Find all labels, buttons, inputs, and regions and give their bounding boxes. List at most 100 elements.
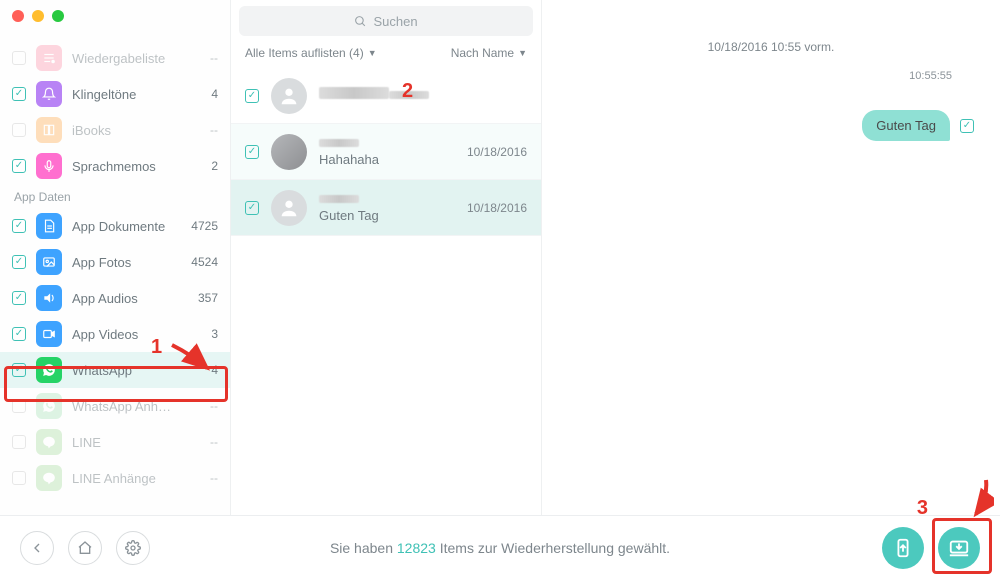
export-to-computer-button[interactable] xyxy=(938,527,980,569)
book-icon xyxy=(36,117,62,143)
message-time: 10:55:55 xyxy=(562,70,980,82)
sidebar-item-label: App Videos xyxy=(72,327,138,342)
sidebar-item-whatsapp-anh-: WhatsApp Anh… -- xyxy=(0,388,230,424)
filter-bar: Alle Items auflisten (4) ▼ Nach Name ▼ xyxy=(231,36,541,68)
window-controls xyxy=(12,10,64,22)
chat-checkbox[interactable] xyxy=(245,89,259,103)
sidebar-checkbox[interactable] xyxy=(12,363,26,377)
conversation-pane: 10/18/2016 10:55 vorm. 10:55:55 Guten Ta… xyxy=(542,0,1000,515)
sidebar-item-count: 357 xyxy=(198,291,218,305)
sidebar-item-label: App Fotos xyxy=(72,255,131,270)
sidebar-checkbox[interactable] xyxy=(12,255,26,269)
sidebar-item-label: Sprachmemos xyxy=(72,159,156,174)
sidebar-checkbox xyxy=(12,123,26,137)
search-input[interactable]: Suchen xyxy=(239,6,533,36)
sidebar-item-label: iBooks xyxy=(72,123,111,138)
whatsapp-icon xyxy=(36,357,62,383)
bell-icon xyxy=(36,81,62,107)
sidebar-item-count: 2 xyxy=(211,159,218,173)
sidebar-item-app-fotos[interactable]: App Fotos4524 xyxy=(0,244,230,280)
sidebar-item-count: -- xyxy=(210,435,218,449)
sidebar-item-count: -- xyxy=(210,123,218,137)
audio-icon xyxy=(36,285,62,311)
sidebar-item-klingelt-ne[interactable]: Klingeltöne 4 xyxy=(0,76,230,112)
maximize-window-button[interactable] xyxy=(52,10,64,22)
mic-icon xyxy=(36,153,62,179)
message-checkbox[interactable] xyxy=(960,119,974,133)
sidebar-section-header: App Daten xyxy=(0,184,230,208)
sidebar-item-label: LINE xyxy=(72,435,101,450)
sidebar-item-count: -- xyxy=(210,471,218,485)
home-button[interactable] xyxy=(68,531,102,565)
chevron-down-icon: ▼ xyxy=(518,48,527,58)
sidebar-checkbox[interactable] xyxy=(12,159,26,173)
chevron-down-icon: ▼ xyxy=(368,48,377,58)
close-window-button[interactable] xyxy=(12,10,24,22)
playlist-icon xyxy=(36,45,62,71)
sidebar-item-wiedergabeliste: Wiedergabeliste -- xyxy=(0,40,230,76)
sidebar: Wiedergabeliste -- Klingeltöne 4 iBooks -- Spr… xyxy=(0,0,230,515)
sidebar-checkbox xyxy=(12,51,26,65)
chat-checkbox[interactable] xyxy=(245,201,259,215)
chat-row[interactable]: Guten Tag 10/18/2016 xyxy=(231,180,541,236)
line-icon xyxy=(36,429,62,455)
chat-name: Hahahaha xyxy=(319,137,455,167)
settings-button[interactable] xyxy=(116,531,150,565)
avatar xyxy=(271,78,307,114)
sidebar-item-sprachmemos[interactable]: Sprachmemos 2 xyxy=(0,148,230,184)
sidebar-item-label: WhatsApp Anh… xyxy=(72,399,171,414)
sidebar-checkbox[interactable] xyxy=(12,219,26,233)
whatsapp-icon xyxy=(36,393,62,419)
chat-row[interactable]: Hahahaha 10/18/2016 xyxy=(231,124,541,180)
sidebar-item-label: Klingeltöne xyxy=(72,87,136,102)
back-button[interactable] xyxy=(20,531,54,565)
sidebar-item-app-audios[interactable]: App Audios 357 xyxy=(0,280,230,316)
chat-checkbox[interactable] xyxy=(245,145,259,159)
filter-sort-dropdown[interactable]: Nach Name ▼ xyxy=(451,46,527,60)
sidebar-item-count: 4725 xyxy=(191,219,218,233)
sidebar-item-line-anh-nge: LINE Anhänge -- xyxy=(0,460,230,496)
annotation-number-2: 2 xyxy=(402,80,413,103)
sidebar-checkbox xyxy=(12,435,26,449)
search-placeholder: Suchen xyxy=(373,14,417,29)
search-icon xyxy=(354,15,367,28)
sidebar-item-line: LINE -- xyxy=(0,424,230,460)
sidebar-item-count: -- xyxy=(210,399,218,413)
avatar xyxy=(271,134,307,170)
doc-icon xyxy=(36,213,62,239)
annotation-arrow-1 xyxy=(167,340,217,376)
sidebar-checkbox[interactable] xyxy=(12,327,26,341)
photo-icon xyxy=(36,249,62,275)
annotation-arrow-3 xyxy=(948,476,994,522)
sidebar-checkbox[interactable] xyxy=(12,291,26,305)
video-icon xyxy=(36,321,62,347)
sidebar-item-label: WhatsApp xyxy=(72,363,132,378)
filter-list-dropdown[interactable]: Alle Items auflisten (4) ▼ xyxy=(245,46,377,60)
sidebar-item-label: Wiedergabeliste xyxy=(72,51,165,66)
chat-row[interactable] xyxy=(231,68,541,124)
annotation-number-3: 3 xyxy=(917,497,928,520)
conversation-date-header: 10/18/2016 10:55 vorm. xyxy=(562,40,980,54)
minimize-window-button[interactable] xyxy=(32,10,44,22)
sidebar-item-count: 4 xyxy=(211,87,218,101)
sidebar-checkbox[interactable] xyxy=(12,87,26,101)
chat-name: Guten Tag xyxy=(319,193,455,223)
footer-bar: Sie haben 12823 Items zur Wiederherstell… xyxy=(0,515,1000,580)
avatar xyxy=(271,190,307,226)
chat-name xyxy=(319,87,515,104)
sidebar-item-label: App Audios xyxy=(72,291,138,306)
sidebar-item-ibooks: iBooks -- xyxy=(0,112,230,148)
sidebar-checkbox xyxy=(12,399,26,413)
chat-date: 10/18/2016 xyxy=(467,145,527,159)
sidebar-item-label: App Dokumente xyxy=(72,219,165,234)
line-icon xyxy=(36,465,62,491)
sidebar-checkbox xyxy=(12,471,26,485)
export-to-device-button[interactable] xyxy=(882,527,924,569)
sidebar-item-count: -- xyxy=(210,51,218,65)
chat-date: 10/18/2016 xyxy=(467,201,527,215)
sidebar-item-count: 3 xyxy=(211,327,218,341)
status-text: Sie haben 12823 Items zur Wiederherstell… xyxy=(0,540,1000,556)
sidebar-item-label: LINE Anhänge xyxy=(72,471,156,486)
message-bubble: Guten Tag xyxy=(862,110,950,141)
sidebar-item-app-dokumente[interactable]: App Dokumente 4725 xyxy=(0,208,230,244)
